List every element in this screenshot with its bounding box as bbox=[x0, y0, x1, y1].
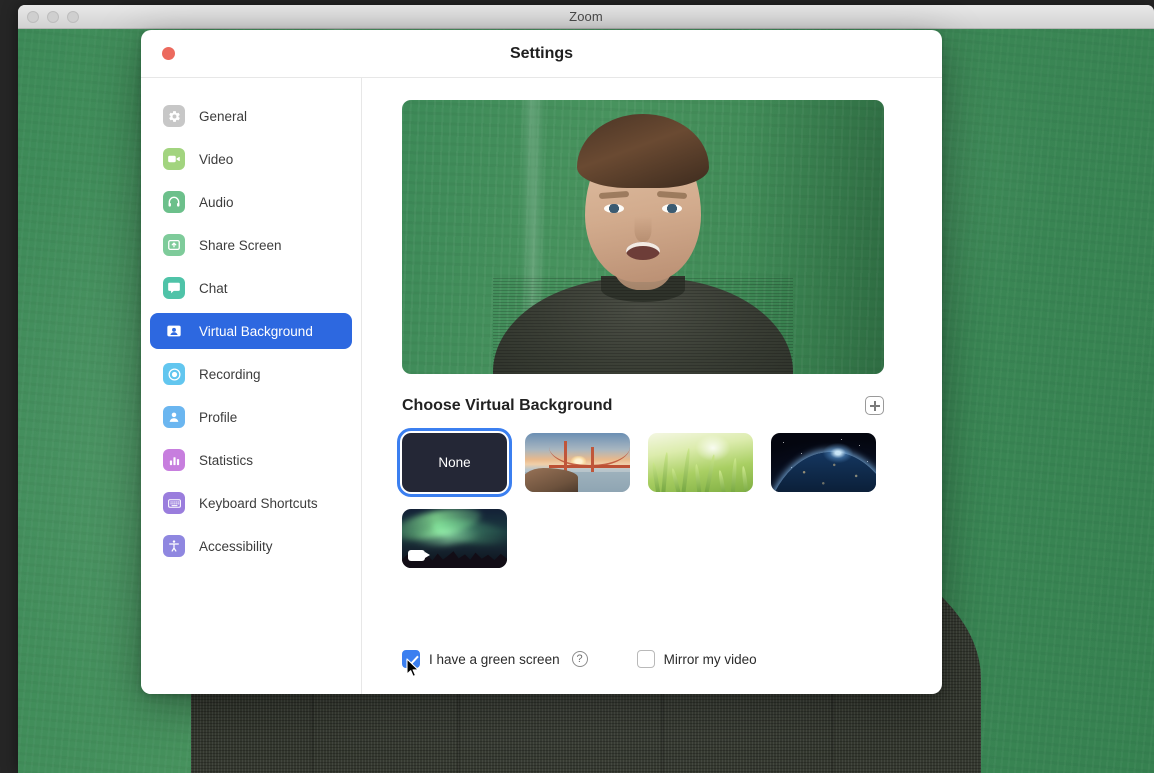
background-tile-earth-from-space[interactable] bbox=[771, 433, 876, 492]
background-tile-none[interactable]: None bbox=[397, 428, 512, 497]
sidebar-item-label: Virtual Background bbox=[199, 323, 313, 339]
sidebar-item-statistics[interactable]: Statistics bbox=[150, 442, 352, 478]
star bbox=[783, 442, 785, 444]
grass-blade bbox=[717, 469, 727, 492]
preview-nose bbox=[634, 216, 652, 242]
sidebar-item-label: Accessibility bbox=[199, 538, 273, 554]
sidebar-item-keyboard-shortcuts[interactable]: Keyboard Shortcuts bbox=[150, 485, 352, 521]
sidebar-item-label: Statistics bbox=[199, 452, 254, 468]
sidebar-item-label: Share Screen bbox=[199, 237, 282, 253]
background-grid: None bbox=[397, 428, 902, 568]
gear-icon bbox=[163, 105, 185, 127]
screen: Zoom Settings General Video Audio Share … bbox=[0, 0, 1154, 773]
settings-title: Settings bbox=[509, 44, 574, 62]
green-screen-label: I have a green screen bbox=[429, 651, 560, 667]
sidebar-item-virtual-background[interactable]: Virtual Background bbox=[150, 313, 352, 349]
zoom-window-title: Zoom bbox=[569, 9, 603, 24]
settings-body: General Video Audio Share Screen Chat Vi… bbox=[141, 78, 942, 694]
star bbox=[841, 439, 843, 441]
bridge-tower bbox=[591, 447, 594, 472]
video-preview bbox=[402, 100, 884, 374]
options-row: I have a green screen ? Mirror my video bbox=[402, 650, 757, 668]
settings-sidebar: General Video Audio Share Screen Chat Vi… bbox=[141, 78, 362, 694]
background-tile-aurora-borealis[interactable] bbox=[402, 509, 507, 568]
sidebar-item-audio[interactable]: Audio bbox=[150, 184, 352, 220]
background-tile-label: None bbox=[438, 455, 471, 470]
bridge-cliff bbox=[525, 468, 578, 492]
sun-flare bbox=[823, 443, 853, 463]
sidebar-item-label: Chat bbox=[199, 280, 228, 296]
sidebar-item-label: General bbox=[199, 108, 248, 124]
sidebar-item-accessibility[interactable]: Accessibility bbox=[150, 528, 352, 564]
share-screen-icon bbox=[163, 234, 185, 256]
settings-titlebar: Settings bbox=[141, 30, 942, 78]
sidebar-item-label: Keyboard Shortcuts bbox=[199, 495, 318, 511]
bar-chart-icon bbox=[163, 449, 185, 471]
section-header: Choose Virtual Background bbox=[402, 396, 884, 415]
person-icon bbox=[163, 406, 185, 428]
grass-blade bbox=[651, 461, 661, 492]
keyboard-icon bbox=[163, 492, 185, 514]
mirror-video-option: Mirror my video bbox=[636, 650, 757, 668]
record-circle-icon bbox=[163, 363, 185, 385]
preview-mouth bbox=[626, 242, 660, 260]
background-tile-golden-gate-bridge[interactable] bbox=[525, 433, 630, 492]
grass-blade bbox=[730, 457, 738, 492]
add-background-button[interactable] bbox=[865, 396, 884, 415]
preview-torso bbox=[493, 276, 793, 374]
accessibility-icon bbox=[163, 535, 185, 557]
chat-bubble-icon bbox=[163, 277, 185, 299]
sidebar-item-recording[interactable]: Recording bbox=[150, 356, 352, 392]
video-camera-icon bbox=[163, 148, 185, 170]
settings-dialog: Settings General Video Audio Share Scree… bbox=[141, 30, 942, 694]
green-screen-option: I have a green screen ? bbox=[402, 650, 588, 668]
grass-blade bbox=[661, 451, 669, 492]
person-card-icon bbox=[163, 320, 185, 342]
star bbox=[859, 445, 861, 447]
green-screen-checkbox[interactable] bbox=[402, 650, 420, 668]
bridge-deck bbox=[549, 465, 630, 468]
sidebar-item-label: Video bbox=[199, 151, 234, 167]
preview-eye bbox=[662, 204, 682, 213]
headphones-icon bbox=[163, 191, 185, 213]
preview-eye bbox=[604, 204, 624, 213]
sidebar-item-label: Audio bbox=[199, 194, 234, 210]
bridge-cable bbox=[549, 447, 630, 467]
sidebar-item-chat[interactable]: Chat bbox=[150, 270, 352, 306]
section-title: Choose Virtual Background bbox=[402, 396, 613, 414]
sidebar-item-share-screen[interactable]: Share Screen bbox=[150, 227, 352, 263]
grass-blade bbox=[694, 463, 702, 492]
video-badge-icon bbox=[408, 550, 430, 561]
grass-blade bbox=[741, 465, 749, 492]
sidebar-item-label: Recording bbox=[199, 366, 261, 382]
sidebar-item-general[interactable]: General bbox=[150, 98, 352, 134]
virtual-background-panel: Choose Virtual Background None I have a … bbox=[362, 78, 942, 694]
sidebar-item-label: Profile bbox=[199, 409, 238, 425]
mirror-video-checkbox[interactable] bbox=[636, 650, 655, 668]
grass-blade bbox=[681, 447, 691, 492]
zoom-window-titlebar: Zoom bbox=[18, 5, 1154, 29]
sidebar-item-video[interactable]: Video bbox=[150, 141, 352, 177]
grass-blade bbox=[670, 467, 682, 492]
help-icon[interactable]: ? bbox=[571, 651, 588, 667]
preview-head bbox=[577, 114, 709, 282]
mirror-video-label: Mirror my video bbox=[663, 651, 757, 667]
sidebar-item-profile[interactable]: Profile bbox=[150, 399, 352, 435]
background-tile-grass[interactable] bbox=[648, 433, 753, 492]
preview-eyebrow bbox=[656, 190, 688, 200]
preview-eyebrow bbox=[598, 190, 630, 200]
